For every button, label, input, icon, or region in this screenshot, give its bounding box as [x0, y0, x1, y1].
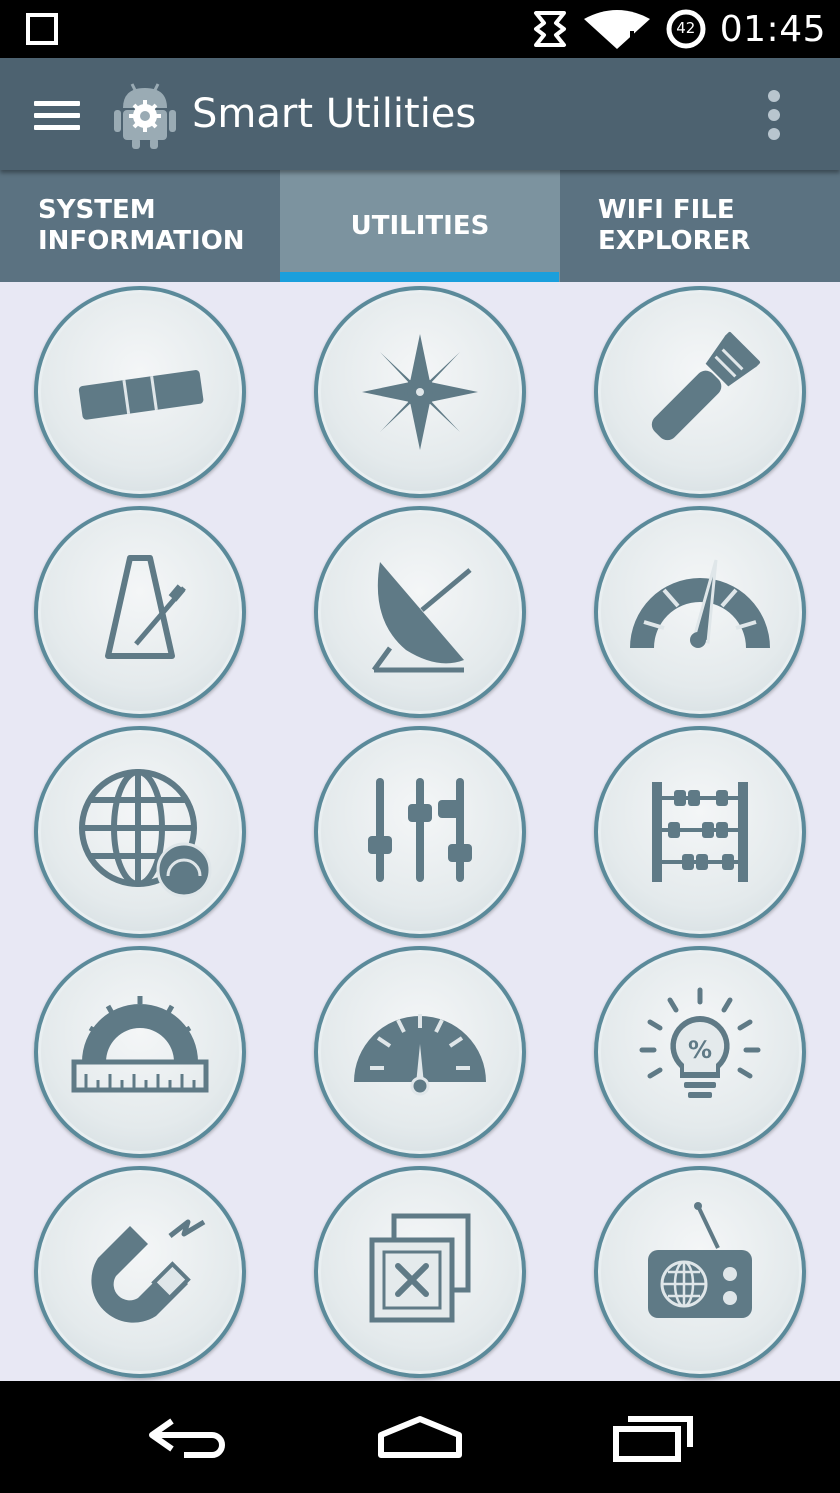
battery-icon: 42	[666, 9, 706, 49]
utilities-grid: %	[0, 282, 840, 1381]
tool-button-speedometer[interactable]	[594, 506, 806, 718]
globe-speed-icon	[79, 769, 212, 898]
sync-icon	[533, 11, 566, 47]
tool-button-satellite-dish[interactable]	[314, 506, 526, 718]
back-icon[interactable]	[142, 1407, 232, 1467]
flashlight-icon	[651, 332, 760, 441]
tab-label: UTILITIES	[350, 210, 490, 241]
speedometer-icon	[630, 559, 770, 648]
android-gear-logo	[114, 83, 176, 149]
tab-label: INFORMATION	[38, 226, 245, 256]
tool-button-magnetometer[interactable]	[34, 1166, 246, 1378]
tab-utilities[interactable]: UTILITIES	[280, 170, 560, 282]
overflow-menu-icon[interactable]	[756, 88, 792, 142]
duplicate-files-delete-icon	[369, 1213, 471, 1323]
recents-icon[interactable]	[608, 1407, 698, 1467]
abacus-icon	[652, 782, 748, 882]
protractor-ruler-icon	[71, 996, 209, 1093]
notification-square-icon	[26, 13, 58, 45]
home-icon[interactable]	[375, 1407, 465, 1467]
magnet-icon	[91, 1219, 206, 1323]
tab-bar: SYSTEM INFORMATION UTILITIES WIFI FILE EXP…	[0, 170, 840, 282]
menu-icon[interactable]	[34, 98, 82, 132]
lightbulb-percent-symbol: %	[688, 1036, 712, 1064]
gauge-icon	[354, 1014, 486, 1096]
satellite-dish-icon	[371, 562, 472, 673]
tab-label: WIFI FILE	[598, 195, 735, 225]
app-bar: Smart Utilities	[0, 58, 840, 170]
tool-button-flashlight[interactable]	[594, 286, 806, 498]
compass-rose-icon	[362, 334, 478, 450]
tool-button-metronome[interactable]	[34, 506, 246, 718]
radio-icon	[648, 1202, 752, 1318]
tool-button-battery[interactable]: %	[594, 946, 806, 1158]
lightbulb-percent-icon: %	[639, 987, 761, 1098]
navigation-bar	[0, 1381, 840, 1493]
wifi-icon	[583, 10, 650, 49]
app-title: Smart Utilities	[192, 91, 477, 137]
tool-button-protractor[interactable]	[34, 946, 246, 1158]
battery-level: 42	[676, 19, 696, 37]
tool-button-gauge[interactable]	[314, 946, 526, 1158]
clock: 01:45	[719, 8, 826, 50]
equalizer-icon	[368, 778, 472, 882]
tool-button-duplicate-files[interactable]	[314, 1166, 526, 1378]
tool-button-compass[interactable]	[314, 286, 526, 498]
tool-button-equalizer[interactable]	[314, 726, 526, 938]
tab-system-information[interactable]: SYSTEM INFORMATION	[0, 170, 280, 282]
tab-label: EXPLORER	[598, 226, 751, 256]
tab-label: SYSTEM	[38, 195, 156, 225]
spirit-level-icon	[78, 370, 204, 420]
tool-button-radio[interactable]	[594, 1166, 806, 1378]
metronome-icon	[105, 555, 186, 659]
tab-wifi-file-explorer[interactable]: WIFI FILE EXPLORER	[560, 170, 840, 282]
status-bar: 42 01:45	[0, 0, 840, 58]
tab-indicator	[280, 272, 559, 282]
tool-button-spirit-level[interactable]	[34, 286, 246, 498]
tool-button-calculator[interactable]	[594, 726, 806, 938]
tool-button-network-speed[interactable]	[34, 726, 246, 938]
